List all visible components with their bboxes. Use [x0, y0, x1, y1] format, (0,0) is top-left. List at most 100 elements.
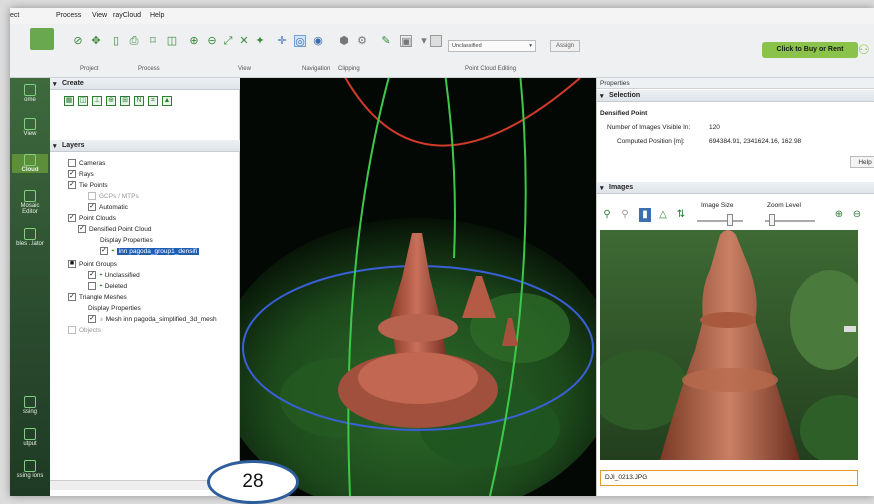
assign-button[interactable]: Assign	[550, 40, 580, 52]
layer-point-groups[interactable]: ■ Point Groups	[68, 259, 117, 270]
strip-item-view[interactable]: View	[12, 118, 48, 137]
checkbox[interactable]: ✓	[88, 315, 96, 324]
pan-icon[interactable]: ✛	[276, 35, 288, 47]
create-tool-1-icon[interactable]: ▦	[64, 96, 74, 106]
process-icon[interactable]: ⌑	[147, 35, 159, 47]
menu-help[interactable]: Help	[150, 12, 164, 19]
image-size-slider[interactable]	[697, 220, 743, 222]
3d-viewport[interactable]	[240, 78, 596, 496]
document-icon[interactable]: ▯	[110, 35, 122, 47]
layer-mesh[interactable]: ✓ ♁ Mesh inn pagoda_simplified_3d_mesh	[88, 314, 217, 325]
zoom-in-icon[interactable]: ⊕	[833, 208, 845, 222]
checkbox[interactable]: ✓	[68, 170, 76, 179]
strip-item-processing[interactable]: ssing	[12, 396, 48, 415]
menu-process[interactable]: Process	[56, 12, 81, 19]
layer-triangle-meshes[interactable]: ✓ Triangle Meshes	[68, 292, 127, 303]
clipping-group-label: Clipping	[338, 66, 360, 72]
layer-rays[interactable]: ✓ Rays	[68, 169, 94, 180]
layers-section-header[interactable]: ▾ Layers	[50, 140, 240, 152]
properties-title: Properties	[597, 78, 874, 89]
checkbox[interactable]: ✓	[88, 271, 96, 280]
raycloud-icon	[24, 154, 36, 166]
layer-gcps-mtps[interactable]: GCPs / MTPs	[88, 191, 139, 202]
color-picker-icon[interactable]	[430, 35, 442, 47]
create-tool-4-icon[interactable]: ⊕	[106, 96, 116, 106]
unlink-icon[interactable]: ⚲	[619, 208, 631, 222]
strip-item-calculator[interactable]: bles ..lator	[12, 228, 48, 247]
create-tool-5-icon[interactable]: ⊞	[120, 96, 130, 106]
layer-densified-point-cloud[interactable]: ✓ Densified Point Cloud	[78, 224, 152, 235]
view-group-label: View	[238, 66, 251, 72]
clipping-box-icon[interactable]: ⬢	[338, 35, 350, 47]
page-number-badge: 28	[207, 460, 299, 504]
checkbox[interactable]	[88, 282, 96, 291]
zoom-out-icon[interactable]: ⊖	[851, 208, 863, 222]
sort-icon[interactable]: △	[657, 208, 669, 222]
close-view-icon[interactable]: ✕	[238, 35, 250, 47]
create-section-header[interactable]: ▾ Create	[50, 78, 240, 90]
checkbox[interactable]: ■	[68, 260, 76, 269]
images-visible-value: 120	[709, 124, 720, 131]
collapse-icon: ▾	[53, 81, 57, 88]
menu-view[interactable]: View	[92, 12, 107, 19]
create-tool-3-icon[interactable]: ⊥	[92, 96, 102, 106]
navigation-icon[interactable]: ✦	[254, 35, 266, 47]
buy-rent-button[interactable]: Click to Buy or Rent	[762, 42, 858, 58]
fit-view-icon[interactable]: ⤢	[222, 35, 234, 47]
create-tool-8-icon[interactable]: ▲	[162, 96, 172, 106]
new-project-icon[interactable]: ⊘	[72, 35, 84, 47]
strip-item-processing-options[interactable]: ssing ions	[12, 460, 48, 479]
link-icon[interactable]: ⚲	[601, 208, 613, 222]
image-size-knob[interactable]	[727, 214, 733, 226]
create-tool-7-icon[interactable]: ⌗	[148, 96, 158, 106]
selection-tool-icon[interactable]: ▣	[400, 35, 412, 48]
user-icon[interactable]: ⚇	[858, 42, 870, 58]
checkbox[interactable]: ✓	[68, 293, 76, 302]
dropdown-arrow-icon[interactable]: ▾	[418, 35, 430, 47]
processing-icon	[24, 396, 36, 408]
checkbox[interactable]: ✓	[68, 214, 76, 223]
brush-icon[interactable]: ✎	[380, 35, 392, 47]
checkbox[interactable]	[88, 192, 96, 201]
classification-dropdown[interactable]: Unclassified ▾	[448, 40, 536, 52]
selected-image-preview[interactable]	[600, 230, 858, 460]
checkbox[interactable]: ✓	[88, 203, 96, 212]
menu-project[interactable]: ect	[10, 12, 19, 19]
layer-unclassified[interactable]: ✓ ◓ Unclassified	[88, 270, 140, 281]
checkbox[interactable]: ✓	[68, 181, 76, 190]
open-project-icon[interactable]: ✥	[90, 35, 102, 47]
strip-item-output[interactable]: utput	[12, 428, 48, 447]
layer-mesh-display-properties[interactable]: Display Properties	[88, 303, 141, 314]
checkbox[interactable]	[68, 326, 76, 335]
zoom-level-knob[interactable]	[769, 214, 775, 226]
layer-cameras[interactable]: Cameras	[68, 158, 105, 169]
zoom-in-icon[interactable]: ⊕	[188, 35, 200, 47]
layer-automatic[interactable]: ✓ Automatic	[88, 202, 128, 213]
report-icon[interactable]: ◫	[166, 35, 178, 47]
layer-tie-points[interactable]: ✓ Tie Points	[68, 180, 108, 191]
strip-item-home[interactable]: ome	[12, 84, 48, 103]
strip-item-mosaic-editor[interactable]: Mosaic Editor	[12, 190, 48, 215]
create-tool-2-icon[interactable]: ◫	[78, 96, 88, 106]
layer-objects[interactable]: Objects	[68, 325, 101, 336]
selection-section-header[interactable]: ▾ Selection	[597, 90, 874, 102]
create-tool-6-icon[interactable]: N	[134, 96, 144, 106]
layer-deleted[interactable]: ◓ Deleted	[88, 281, 127, 292]
layer-display-properties[interactable]: Display Properties	[100, 235, 153, 246]
clipping-settings-icon[interactable]: ⚙	[356, 35, 368, 47]
layer-point-clouds[interactable]: ✓ Point Clouds	[68, 213, 116, 224]
sort-alpha-icon[interactable]: ⇅	[675, 208, 687, 222]
checkbox[interactable]: ✓	[78, 225, 86, 234]
checkbox[interactable]: ✓	[100, 247, 108, 256]
layer-densified-file[interactable]: ✓ ◓ inn pagoda_group1_densifi	[100, 246, 200, 257]
strip-item-raycloud[interactable]: Cloud	[12, 154, 48, 173]
help-button[interactable]: Help	[850, 156, 874, 168]
images-section-header[interactable]: ▾ Images	[597, 182, 874, 194]
save-icon[interactable]: ⎙	[128, 35, 140, 47]
menu-raycloud[interactable]: rayCloud	[113, 12, 141, 19]
image-view-icon[interactable]: ▮	[639, 208, 651, 222]
eye-icon[interactable]: ◉	[312, 35, 324, 47]
orbit-icon[interactable]: ◎	[294, 35, 306, 48]
zoom-out-icon[interactable]: ⊖	[206, 35, 218, 47]
checkbox[interactable]	[68, 159, 76, 168]
